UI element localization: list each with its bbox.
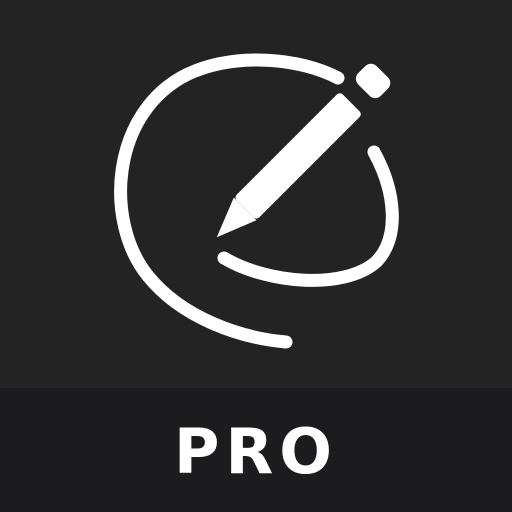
pencil-shape: [216, 63, 391, 238]
app-icon: PRO: [0, 0, 512, 512]
edit-pencil-icon: [114, 53, 399, 349]
loop-stroke: [114, 53, 345, 349]
pro-label: PRO: [174, 415, 338, 488]
pro-banner: PRO: [0, 388, 512, 512]
